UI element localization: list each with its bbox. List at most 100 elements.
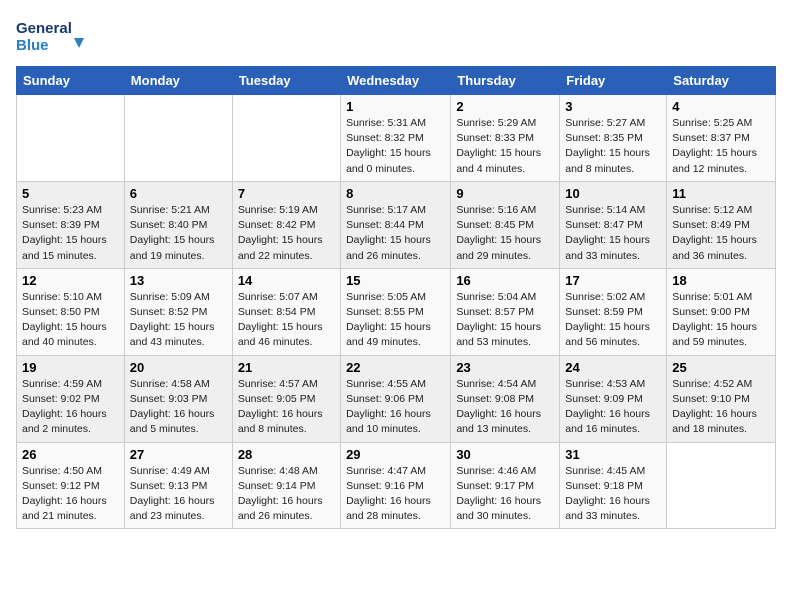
day-info: Sunrise: 5:19 AM Sunset: 8:42 PM Dayligh… xyxy=(238,203,335,264)
day-info: Sunrise: 5:16 AM Sunset: 8:45 PM Dayligh… xyxy=(456,203,554,264)
day-cell: 30Sunrise: 4:46 AM Sunset: 9:17 PM Dayli… xyxy=(451,442,560,529)
day-number: 8 xyxy=(346,186,445,201)
day-info: Sunrise: 4:49 AM Sunset: 9:13 PM Dayligh… xyxy=(130,464,227,525)
week-row-3: 12Sunrise: 5:10 AM Sunset: 8:50 PM Dayli… xyxy=(17,268,776,355)
day-number: 10 xyxy=(565,186,661,201)
day-info: Sunrise: 5:12 AM Sunset: 8:49 PM Dayligh… xyxy=(672,203,770,264)
day-info: Sunrise: 4:53 AM Sunset: 9:09 PM Dayligh… xyxy=(565,377,661,438)
day-cell: 12Sunrise: 5:10 AM Sunset: 8:50 PM Dayli… xyxy=(17,268,125,355)
day-info: Sunrise: 5:31 AM Sunset: 8:32 PM Dayligh… xyxy=(346,116,445,177)
day-info: Sunrise: 5:17 AM Sunset: 8:44 PM Dayligh… xyxy=(346,203,445,264)
day-info: Sunrise: 4:57 AM Sunset: 9:05 PM Dayligh… xyxy=(238,377,335,438)
day-number: 11 xyxy=(672,186,770,201)
day-cell: 21 Sunrise: 4:57 AM Sunset: 9:05 PM Dayli… xyxy=(232,355,340,442)
day-number: 5 xyxy=(22,186,119,201)
day-info: Sunrise: 5:04 AM Sunset: 8:57 PM Dayligh… xyxy=(456,290,554,351)
day-info: Sunrise: 5:02 AM Sunset: 8:59 PM Dayligh… xyxy=(565,290,661,351)
day-number: 2 xyxy=(456,99,554,114)
day-info: Sunrise: 4:55 AM Sunset: 9:06 PM Dayligh… xyxy=(346,377,445,438)
day-info: Sunrise: 5:27 AM Sunset: 8:35 PM Dayligh… xyxy=(565,116,661,177)
svg-text:General: General xyxy=(16,20,72,37)
day-info: Sunrise: 4:59 AM Sunset: 9:02 PM Dayligh… xyxy=(22,377,119,438)
day-number: 4 xyxy=(672,99,770,114)
day-info: Sunrise: 5:21 AM Sunset: 8:40 PM Dayligh… xyxy=(130,203,227,264)
day-info: Sunrise: 4:58 AM Sunset: 9:03 PM Dayligh… xyxy=(130,377,227,438)
day-number: 24 xyxy=(565,360,661,375)
header-day-sunday: Sunday xyxy=(17,67,125,95)
day-cell xyxy=(17,95,125,182)
day-number: 25 xyxy=(672,360,770,375)
day-info: Sunrise: 5:29 AM Sunset: 8:33 PM Dayligh… xyxy=(456,116,554,177)
day-number: 14 xyxy=(238,273,335,288)
day-number: 28 xyxy=(238,447,335,462)
day-cell: 25 Sunrise: 4:52 AM Sunset: 9:10 PM Dayli… xyxy=(667,355,776,442)
day-cell: 29 Sunrise: 4:47 AM Sunset: 9:16 PM Dayli… xyxy=(341,442,451,529)
day-number: 20 xyxy=(130,360,227,375)
day-cell: 7 Sunrise: 5:19 AM Sunset: 8:42 PM Daylig… xyxy=(232,181,340,268)
day-number: 21 xyxy=(238,360,335,375)
header-day-monday: Monday xyxy=(124,67,232,95)
day-cell: 5Sunrise: 5:23 AM Sunset: 8:39 PM Daylig… xyxy=(17,181,125,268)
day-info: Sunrise: 4:52 AM Sunset: 9:10 PM Dayligh… xyxy=(672,377,770,438)
week-row-1: 1 Sunrise: 5:31 AM Sunset: 8:32 PM Daylig… xyxy=(17,95,776,182)
calendar-table: SundayMondayTuesdayWednesdayThursdayFrid… xyxy=(16,66,776,529)
day-info: Sunrise: 5:09 AM Sunset: 8:52 PM Dayligh… xyxy=(130,290,227,351)
day-info: Sunrise: 5:25 AM Sunset: 8:37 PM Dayligh… xyxy=(672,116,770,177)
day-number: 22 xyxy=(346,360,445,375)
calendar-body: 1 Sunrise: 5:31 AM Sunset: 8:32 PM Daylig… xyxy=(17,95,776,529)
page-header: General Blue xyxy=(16,16,776,56)
day-cell: 6Sunrise: 5:21 AM Sunset: 8:40 PM Daylig… xyxy=(124,181,232,268)
day-cell xyxy=(667,442,776,529)
day-info: Sunrise: 5:05 AM Sunset: 8:55 PM Dayligh… xyxy=(346,290,445,351)
header-day-friday: Friday xyxy=(560,67,667,95)
day-cell: 26 Sunrise: 4:50 AM Sunset: 9:12 PM Dayli… xyxy=(17,442,125,529)
day-cell: 3Sunrise: 5:27 AM Sunset: 8:35 PM Daylig… xyxy=(560,95,667,182)
day-number: 27 xyxy=(130,447,227,462)
day-cell: 13 Sunrise: 5:09 AM Sunset: 8:52 PM Dayli… xyxy=(124,268,232,355)
day-number: 7 xyxy=(238,186,335,201)
day-number: 18 xyxy=(672,273,770,288)
day-number: 15 xyxy=(346,273,445,288)
day-number: 31 xyxy=(565,447,661,462)
day-info: Sunrise: 4:48 AM Sunset: 9:14 PM Dayligh… xyxy=(238,464,335,525)
svg-text:Blue: Blue xyxy=(16,37,49,54)
day-cell: 8 Sunrise: 5:17 AM Sunset: 8:44 PM Daylig… xyxy=(341,181,451,268)
calendar-header: SundayMondayTuesdayWednesdayThursdayFrid… xyxy=(17,67,776,95)
week-row-4: 19 Sunrise: 4:59 AM Sunset: 9:02 PM Dayli… xyxy=(17,355,776,442)
day-number: 16 xyxy=(456,273,554,288)
day-info: Sunrise: 4:50 AM Sunset: 9:12 PM Dayligh… xyxy=(22,464,119,525)
day-info: Sunrise: 4:47 AM Sunset: 9:16 PM Dayligh… xyxy=(346,464,445,525)
day-cell xyxy=(232,95,340,182)
day-info: Sunrise: 5:07 AM Sunset: 8:54 PM Dayligh… xyxy=(238,290,335,351)
day-cell: 18Sunrise: 5:01 AM Sunset: 9:00 PM Dayli… xyxy=(667,268,776,355)
logo-svg: General Blue xyxy=(16,16,86,56)
day-number: 1 xyxy=(346,99,445,114)
day-cell: 2 Sunrise: 5:29 AM Sunset: 8:33 PM Daylig… xyxy=(451,95,560,182)
day-cell: 16 Sunrise: 5:04 AM Sunset: 8:57 PM Dayli… xyxy=(451,268,560,355)
day-number: 12 xyxy=(22,273,119,288)
day-cell: 9Sunrise: 5:16 AM Sunset: 8:45 PM Daylig… xyxy=(451,181,560,268)
day-cell: 10 Sunrise: 5:14 AM Sunset: 8:47 PM Dayli… xyxy=(560,181,667,268)
header-day-wednesday: Wednesday xyxy=(341,67,451,95)
day-number: 29 xyxy=(346,447,445,462)
day-info: Sunrise: 4:45 AM Sunset: 9:18 PM Dayligh… xyxy=(565,464,661,525)
day-cell: 23Sunrise: 4:54 AM Sunset: 9:08 PM Dayli… xyxy=(451,355,560,442)
day-cell: 15 Sunrise: 5:05 AM Sunset: 8:55 PM Dayli… xyxy=(341,268,451,355)
day-number: 23 xyxy=(456,360,554,375)
day-cell: 11 Sunrise: 5:12 AM Sunset: 8:49 PM Dayli… xyxy=(667,181,776,268)
day-number: 13 xyxy=(130,273,227,288)
day-info: Sunrise: 5:14 AM Sunset: 8:47 PM Dayligh… xyxy=(565,203,661,264)
header-row: SundayMondayTuesdayWednesdayThursdayFrid… xyxy=(17,67,776,95)
day-number: 26 xyxy=(22,447,119,462)
day-cell: 17 Sunrise: 5:02 AM Sunset: 8:59 PM Dayli… xyxy=(560,268,667,355)
day-cell: 14 Sunrise: 5:07 AM Sunset: 8:54 PM Dayli… xyxy=(232,268,340,355)
day-cell: 22 Sunrise: 4:55 AM Sunset: 9:06 PM Dayli… xyxy=(341,355,451,442)
day-number: 30 xyxy=(456,447,554,462)
day-number: 17 xyxy=(565,273,661,288)
day-cell: 4 Sunrise: 5:25 AM Sunset: 8:37 PM Daylig… xyxy=(667,95,776,182)
header-day-saturday: Saturday xyxy=(667,67,776,95)
logo: General Blue xyxy=(16,16,86,56)
day-cell: 19 Sunrise: 4:59 AM Sunset: 9:02 PM Dayli… xyxy=(17,355,125,442)
day-number: 19 xyxy=(22,360,119,375)
week-row-2: 5Sunrise: 5:23 AM Sunset: 8:39 PM Daylig… xyxy=(17,181,776,268)
